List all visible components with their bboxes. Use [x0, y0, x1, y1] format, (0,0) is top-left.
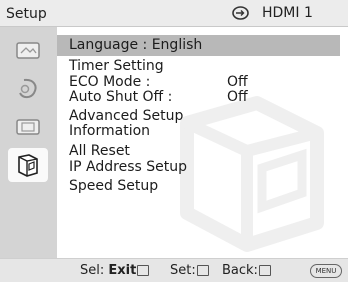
footer-set-label: Set: [170, 263, 196, 278]
menu-item-all-reset[interactable]: All Reset [69, 143, 130, 159]
footer-sel-label: Sel: [80, 263, 105, 278]
menu-item-label: IP Address Setup [69, 159, 187, 175]
footer-sel-hint: Sel: Exit [80, 263, 150, 278]
footer-back-hint: Back: [222, 263, 271, 278]
sound-icon [19, 78, 37, 99]
menu-item-ip-address-setup[interactable]: IP Address Setup [69, 159, 187, 175]
screen-icon [16, 119, 40, 135]
menu-item-language[interactable]: Language : English [57, 35, 340, 56]
footer-back-label: Back: [222, 263, 258, 278]
menu-item-label: ECO Mode : [69, 74, 151, 90]
menu-item-label: Advanced Setup [69, 108, 184, 124]
sidebar-item-setup[interactable] [8, 148, 48, 182]
menu-item-speed-setup[interactable]: Speed Setup [69, 178, 158, 194]
enter-button-icon [196, 265, 209, 276]
menu-panel: Language : English Timer Setting ECO Mod… [57, 27, 348, 258]
menu-item-advanced-setup[interactable]: Advanced Setup [69, 108, 183, 124]
menu-button-icon[interactable]: MENU [310, 264, 342, 278]
menu-item-label: Language : English [69, 37, 203, 53]
menu-item-label: All Reset [69, 143, 130, 159]
select-button-icon [137, 265, 150, 276]
setup-icon [18, 154, 38, 177]
picture-icon [16, 42, 40, 59]
category-sidebar [0, 27, 57, 258]
input-source-label: HDMI 1 [262, 5, 313, 21]
menu-item-eco-mode[interactable]: ECO Mode : Off [69, 74, 248, 90]
input-source-icon [232, 5, 249, 20]
menu-item-timer-setting[interactable]: Timer Setting [69, 58, 164, 74]
footer-exit-label: Exit [108, 263, 137, 278]
menu-item-label: Timer Setting [69, 58, 164, 74]
auto-shut-off-value: Off [227, 89, 248, 105]
menu-item-auto-shut-off[interactable]: Auto Shut Off : Off [69, 89, 248, 105]
page-title: Setup [6, 6, 47, 22]
sidebar-item-picture[interactable] [8, 34, 48, 68]
menu-item-label: Information [69, 123, 151, 139]
sidebar-item-sound[interactable] [8, 72, 48, 106]
sidebar-item-screen[interactable] [8, 110, 48, 144]
menu-item-information[interactable]: Information [69, 123, 150, 139]
back-button-icon [258, 265, 271, 276]
footer-bar: Sel: Exit Set: Back: MENU [0, 258, 348, 282]
eco-mode-value: Off [227, 74, 248, 90]
menu-item-label: Speed Setup [69, 178, 159, 194]
footer-set-hint: Set: [170, 263, 209, 278]
setup-watermark-icon [180, 96, 324, 252]
header-bar: Setup HDMI 1 [0, 0, 348, 27]
menu-item-label: Auto Shut Off : [69, 89, 173, 105]
